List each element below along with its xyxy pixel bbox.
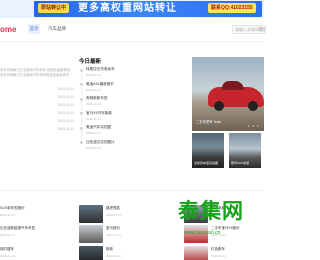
feature-thumb[interactable]: 全新款车型实拍图: [192, 133, 224, 168]
article-thumb[interactable]: [79, 246, 103, 260]
list-item[interactable]: 2020-11-11: [0, 118, 74, 126]
news-item[interactable]: 宝马X5汽车新款 2020-11-11: [79, 110, 187, 125]
watermark-url: www.taoyuan.cn: [184, 230, 221, 236]
article-title[interactable]: 路虎揽胜: [106, 206, 120, 211]
news-item-title[interactable]: 奔驰新款车型: [86, 96, 108, 101]
list-item-date: 2020-11-11: [57, 119, 74, 123]
article-title[interactable]: 红色跑车: [211, 247, 225, 252]
article-title[interactable]: SUV新车型报价: [0, 206, 25, 211]
article-thumb[interactable]: [79, 205, 103, 223]
article-card[interactable]: 路虎揽胜 2020-11-11: [79, 205, 179, 223]
news-item-date: 2020-11-11: [86, 145, 101, 150]
thumb-caption[interactable]: 豪华SUV车型: [231, 161, 259, 165]
article-card[interactable]: 宝马报价 2020-11-11: [79, 225, 179, 243]
slider-caption[interactable]: 二手车型号 Tesla: [196, 119, 221, 124]
featured-slider[interactable]: 二手车型号 Tesla • • •: [192, 57, 264, 131]
news-item[interactable]: 特斯拉在华电动车 2020-11-11: [79, 66, 187, 81]
news-item-title[interactable]: 奥迪汽车实拍图: [86, 125, 111, 130]
car-wheel: [248, 101, 258, 111]
list-item-date: 2020-11-11: [57, 87, 74, 91]
news-item-title[interactable]: 比亚迪汉实拍图片: [86, 140, 115, 145]
article-date: 2020-11-11: [0, 213, 15, 217]
news-item[interactable]: 奥迪汽车实拍图 2020-11-11: [79, 124, 187, 139]
article-date: 2020-11-11: [0, 254, 15, 258]
news-item[interactable]: 比亚迪汉实拍图片 2020-11-11: [79, 139, 187, 154]
news-item-date: 2020-11-11: [86, 73, 101, 77]
news-item-date: 2020-11-11: [86, 131, 101, 135]
article-card[interactable]: SUV新车型报价 2020-11-11: [0, 205, 74, 223]
article-thumb[interactable]: [79, 225, 103, 243]
article-card[interactable]: 新款 2020-11-11: [79, 246, 179, 260]
thumb-caption[interactable]: 全新款车型实拍图: [194, 161, 222, 165]
news-item-date: 2020-11-11: [86, 116, 101, 121]
article-title[interactable]: 宝马报价: [106, 226, 120, 231]
list-item[interactable]: 2020-11-11: [0, 94, 74, 102]
news-item-date: 2020-11-11: [86, 102, 101, 106]
article-title[interactable]: 保时捷车: [0, 247, 14, 252]
today-news-title: 今日最新: [79, 59, 102, 65]
list-item-date: 2020-11-11: [57, 111, 74, 115]
banner-tag: 原站转让中: [38, 3, 70, 13]
list-item[interactable]: 2020-11-11: [0, 102, 74, 110]
watermark: 泰集网: [178, 199, 244, 223]
search-icon[interactable]: [259, 27, 263, 31]
left-section-desc: 总车讯网每日汇总最新汽车资讯 报道及最新资讯, 总车讯网每日汇总最新汽车资讯报道…: [0, 68, 72, 77]
left-list: 2020-11-11 2020-11-11 2020-11-11 2020-11…: [0, 86, 74, 134]
article-card[interactable]: 比亚迪新能源汽车车型 2020-11-11: [0, 225, 74, 243]
article-date: 2020-11-11: [106, 233, 121, 237]
news-item-date: 2020-11-11: [86, 87, 101, 92]
nav-home[interactable]: 首页: [28, 24, 40, 34]
article-date: 2020-11-11: [211, 254, 226, 258]
article-thumb[interactable]: [184, 246, 208, 260]
banner-contact[interactable]: 联系QQ:41023155: [208, 3, 256, 13]
news-item-title[interactable]: 特斯拉在华电动车: [86, 67, 115, 72]
article-title[interactable]: 新款: [106, 247, 113, 252]
article-date: 2020-11-11: [0, 233, 15, 237]
article-card[interactable]: 红色跑车 2020-11-11: [184, 246, 264, 260]
article-card[interactable]: 保时捷车 2020-11-11: [0, 246, 74, 260]
article-title[interactable]: 比亚迪新能源汽车车型: [0, 226, 35, 231]
nav-car-brands[interactable]: 汽车品牌: [48, 24, 66, 34]
list-item-date: 2020-11-11: [57, 95, 74, 99]
article-date: 2020-11-11: [106, 254, 121, 258]
list-item[interactable]: 2020-11-11: [0, 126, 74, 134]
list-item-date: 2020-11-11: [57, 103, 74, 107]
top-banner[interactable]: 原站转让中 更多高权重网站转让 联系QQ:41023155: [0, 0, 264, 18]
article-date: 2020-11-11: [106, 213, 121, 217]
news-item[interactable]: 奔驰新款车型 2020-11-11: [79, 95, 187, 110]
slider-dots[interactable]: • • •: [248, 123, 259, 128]
section-divider: [0, 190, 264, 191]
timeline-dot: [80, 141, 83, 144]
list-item-date: 2020-11-11: [57, 127, 74, 131]
banner-slogan: 更多高权重网站转让: [78, 3, 177, 14]
site-logo[interactable]: ome: [0, 25, 16, 34]
list-item[interactable]: 2020-11-11: [0, 86, 74, 94]
car-wheel: [214, 101, 224, 111]
feature-thumb[interactable]: 豪华SUV车型: [229, 133, 261, 168]
site-header: ome 首页 汽车品牌 请输入关键词搜索: [0, 18, 266, 42]
today-news-list: 特斯拉在华电动车 2020-11-11 奥迪A4L最新报价 2020-11-11 奔…: [79, 66, 187, 153]
news-item-title[interactable]: 宝马X5汽车新款: [86, 111, 112, 116]
news-item[interactable]: 奥迪A4L最新报价 2020-11-11: [79, 81, 187, 96]
news-item-title[interactable]: 奥迪A4L最新报价: [86, 82, 114, 87]
list-item[interactable]: 2020-11-11: [0, 110, 74, 118]
